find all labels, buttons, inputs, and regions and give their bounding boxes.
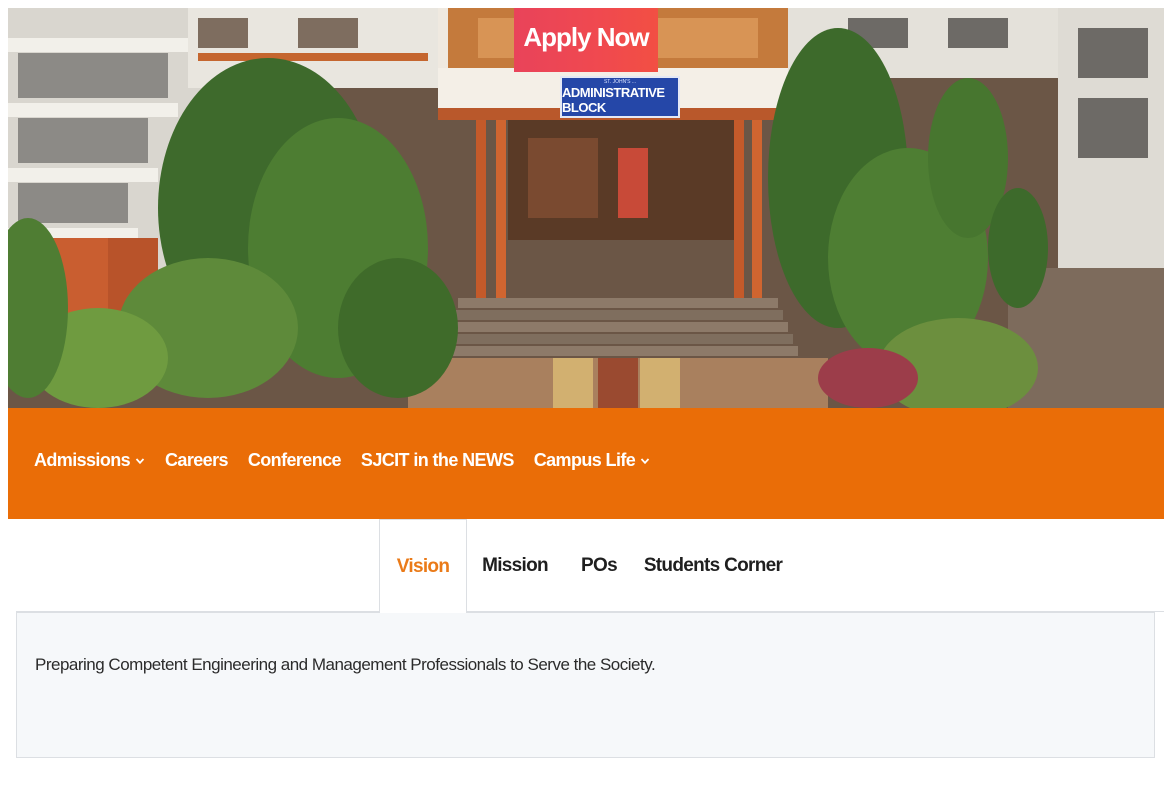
nav-item-label: Admissions (34, 450, 131, 470)
tab-pos[interactable]: POs (568, 519, 630, 612)
tab-panel-vision: Preparing Competent Engineering and Mana… (16, 612, 1155, 758)
tab-vision[interactable]: Vision (379, 519, 467, 613)
nav-item-label: SJCIT in the NEWS (360, 450, 514, 470)
nav-item-label: Careers (165, 450, 228, 470)
sign-main-text: ADMINISTRATIVE BLOCK (562, 85, 665, 115)
chevron-down-icon (135, 457, 145, 464)
main-navigation: Admissions Careers Conference SJCIT in t… (8, 408, 1164, 519)
apply-now-button[interactable]: Apply Now (514, 8, 658, 72)
nav-item-careers[interactable]: Careers (165, 450, 228, 477)
tab-students-corner[interactable]: Students Corner (640, 519, 786, 612)
vision-statement: Preparing Competent Engineering and Mana… (35, 655, 656, 674)
chevron-down-icon (640, 457, 650, 464)
nav-item-conference[interactable]: Conference (247, 450, 342, 477)
administrative-block-sign: ST. JOHN'S ... ADMINISTRATIVE BLOCK (560, 76, 680, 118)
page: Apply Now ST. JOHN'S ... ADMINISTRATIVE … (0, 0, 1167, 787)
nav-item-sjcit-news[interactable]: SJCIT in the NEWS (361, 450, 514, 477)
campus-hero-image: Apply Now ST. JOHN'S ... ADMINISTRATIVE … (8, 8, 1164, 408)
nav-item-campus-life[interactable]: Campus Life (534, 450, 650, 477)
tab-mission[interactable]: Mission (474, 519, 556, 612)
nav-item-label: Conference (247, 450, 342, 470)
nav-item-label: Campus Life (533, 450, 636, 470)
nav-item-admissions[interactable]: Admissions (34, 450, 145, 477)
vision-mission-tabs: Vision Mission POs Students Corner Prepa… (8, 519, 1164, 787)
tab-strip: Vision Mission POs Students Corner (8, 519, 1164, 613)
